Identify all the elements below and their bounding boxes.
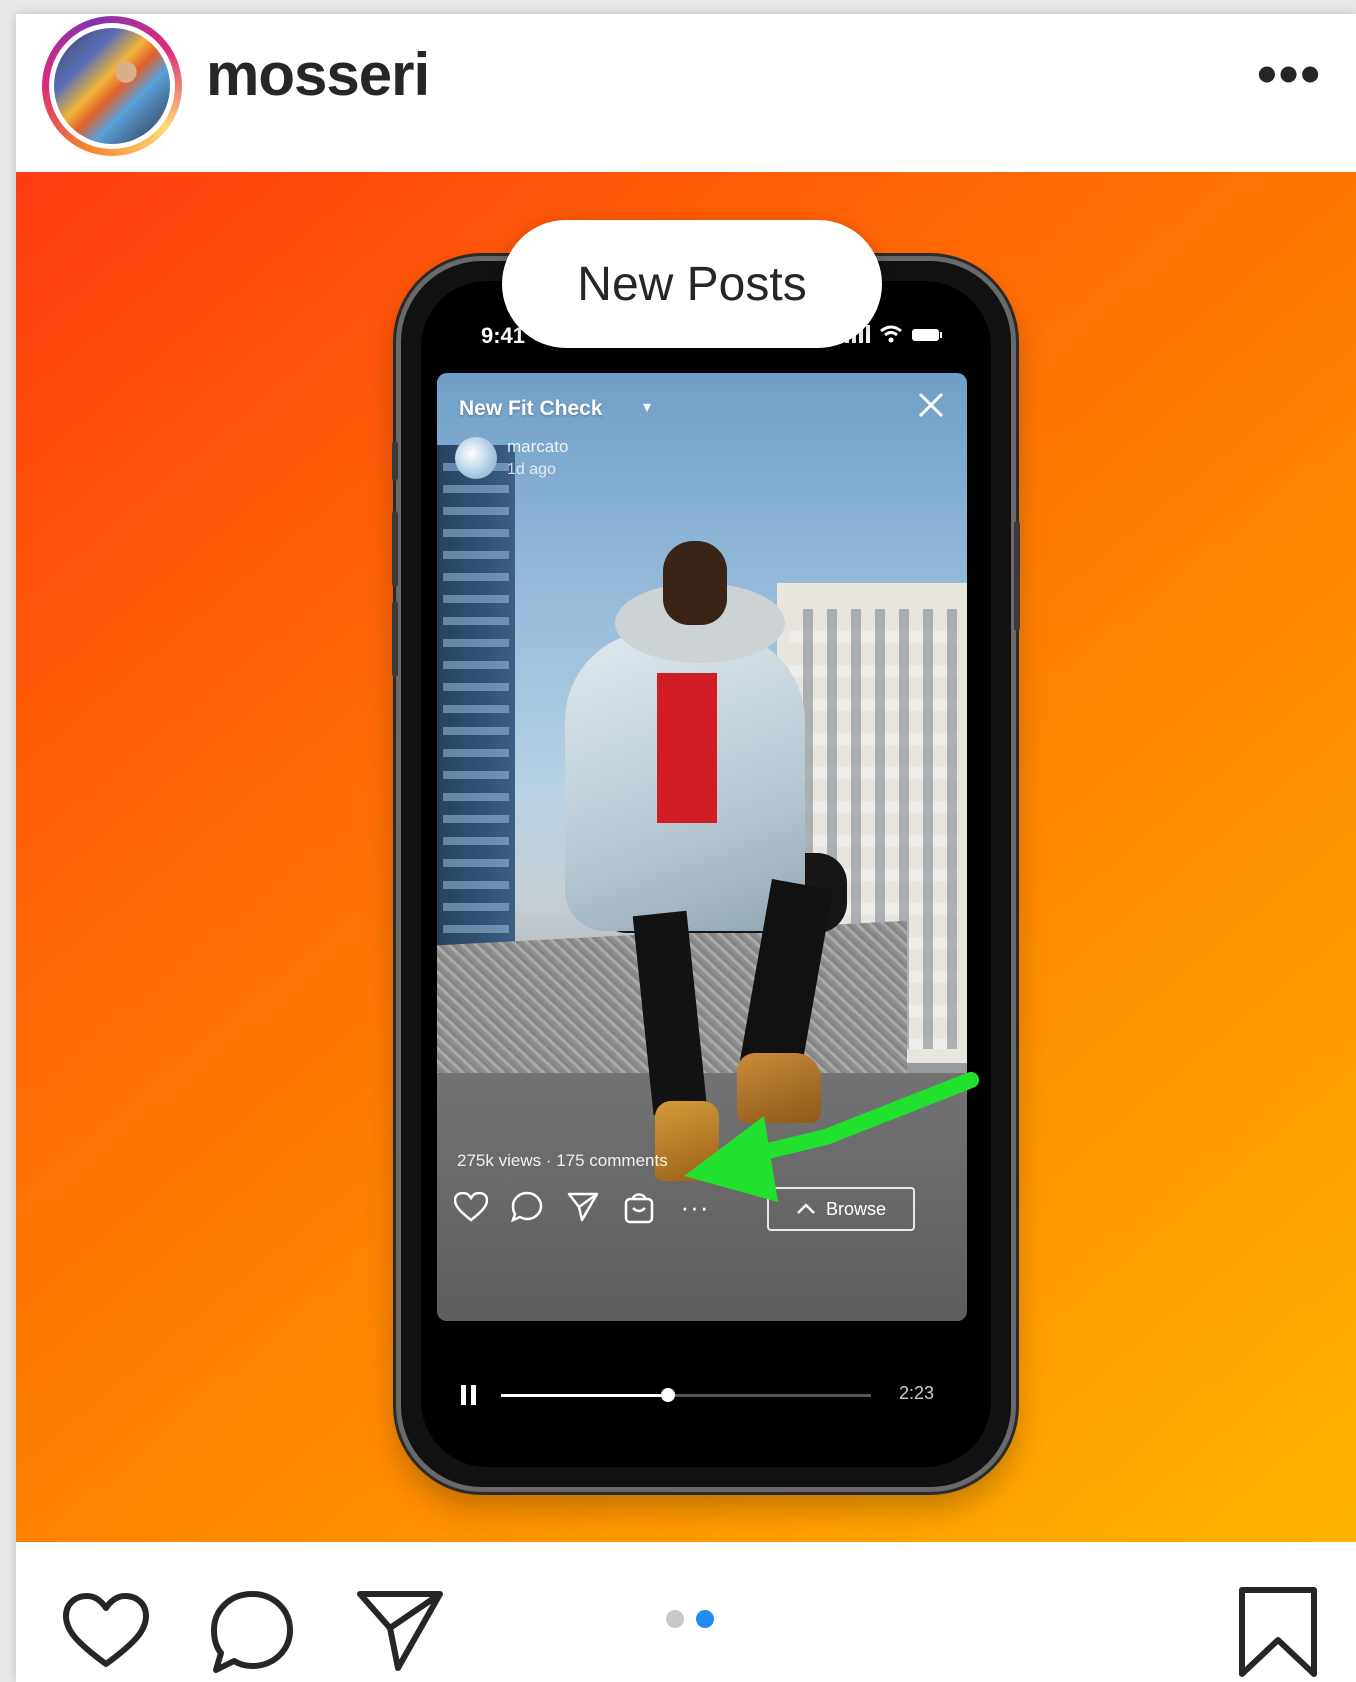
bookmark-icon[interactable] — [1232, 1586, 1324, 1678]
shopping-bag-icon[interactable] — [621, 1189, 657, 1225]
carousel-dot — [666, 1610, 684, 1628]
like-heart-icon[interactable] — [60, 1586, 152, 1678]
send-paper-plane-icon[interactable] — [354, 1586, 446, 1678]
story-video[interactable]: New Fit Check ▾ marcato 1d ago 275k view… — [437, 373, 967, 1321]
battery-icon — [912, 329, 942, 341]
new-posts-button[interactable]: New Posts — [502, 220, 882, 348]
video-duration: 2:23 — [899, 1383, 935, 1403]
avatar[interactable] — [42, 16, 182, 156]
share-icon[interactable] — [565, 1189, 601, 1225]
story-title[interactable]: New Fit Check — [459, 397, 603, 421]
progress-slider[interactable] — [501, 1388, 871, 1402]
wifi-icon — [880, 325, 902, 343]
heart-icon[interactable] — [453, 1189, 489, 1225]
video-player-controls: 2:23 — [461, 1381, 951, 1411]
video-stats: 275k views · 175 comments — [457, 1151, 668, 1170]
progress-fill — [501, 1394, 668, 1397]
comment-icon[interactable] — [509, 1189, 545, 1225]
more-options-icon[interactable]: ··· — [677, 1189, 713, 1225]
carousel-dot — [696, 1610, 714, 1628]
post-media: New Posts 9:41 New Fit Check ▾ marcato 1… — [16, 172, 1356, 1542]
browse-button[interactable]: Browse — [767, 1187, 915, 1231]
post-header: mosseri ••• — [16, 14, 1356, 172]
chevron-up-icon — [797, 1203, 815, 1214]
more-horizontal-icon[interactable]: ••• — [1257, 46, 1322, 102]
progress-knob[interactable] — [660, 1388, 675, 1402]
chevron-down-icon[interactable]: ▾ — [643, 397, 651, 417]
story-timestamp: 1d ago — [507, 461, 556, 478]
username[interactable]: mosseri — [206, 40, 430, 109]
browse-label: Browse — [825, 1198, 887, 1219]
comment-bubble-icon[interactable] — [206, 1586, 298, 1678]
video-actions: ··· — [453, 1189, 713, 1225]
instagram-post: mosseri ••• New Posts 9:41 New Fit Check… — [16, 14, 1356, 1682]
close-icon[interactable] — [917, 391, 945, 424]
story-username[interactable]: marcato — [507, 437, 568, 457]
phone-mockup: 9:41 New Fit Check ▾ marcato 1d ago 275k… — [392, 256, 1020, 1492]
carousel-indicator — [666, 1610, 714, 1628]
pause-icon[interactable] — [461, 1385, 477, 1405]
phone-screen: 9:41 New Fit Check ▾ marcato 1d ago 275k… — [421, 281, 991, 1467]
story-avatar[interactable] — [455, 437, 497, 479]
avatar-image — [54, 28, 170, 144]
